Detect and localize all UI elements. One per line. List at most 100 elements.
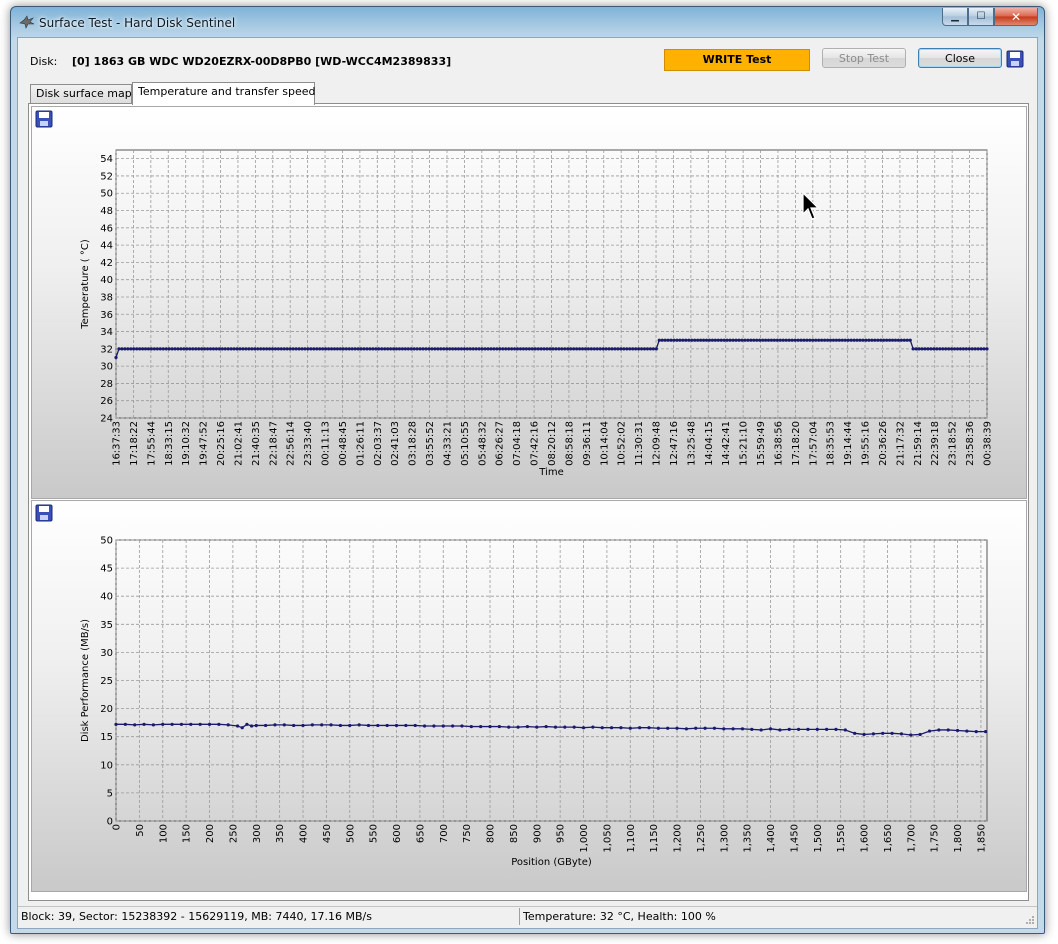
data-point <box>273 723 277 727</box>
tab-disk-surface-map[interactable]: Disk surface map <box>30 84 132 104</box>
data-point <box>787 727 791 731</box>
data-point <box>347 347 351 351</box>
x-tick-label: 400 <box>299 824 310 843</box>
data-point <box>696 338 700 342</box>
data-point <box>525 724 530 729</box>
data-point <box>436 347 440 351</box>
x-tick-label: 900 <box>532 824 543 843</box>
data-point <box>507 347 511 351</box>
window-close-button[interactable]: ✕ <box>994 8 1038 26</box>
data-point <box>259 347 263 351</box>
data-point <box>873 338 877 342</box>
data-point <box>368 347 372 351</box>
app-window: Surface Test - Hard Disk Sentinel ▁ ☐ ✕ … <box>10 6 1045 934</box>
minimize-button[interactable]: ▁ <box>942 8 968 26</box>
temperature-chart-area: 24 26 28 30 32 34 36 38 40 42 44 46 48 50 52 54 16:37:33… <box>31 106 1027 499</box>
x-tick-label: 1,700 <box>906 824 917 853</box>
data-point <box>188 347 192 351</box>
x-tick-label: 06:26:27 <box>495 421 506 466</box>
disk-label: Disk: <box>30 55 58 68</box>
data-point <box>380 347 384 351</box>
data-point <box>497 724 501 729</box>
data-point <box>566 347 570 351</box>
close-button[interactable]: Close <box>918 48 1002 68</box>
data-point <box>716 338 720 342</box>
data-point <box>483 347 487 351</box>
x-tick-label: 11:30:31 <box>634 421 645 466</box>
data-point <box>675 726 679 730</box>
x-tick-label: 12:09:48 <box>652 421 663 466</box>
data-point <box>135 347 139 351</box>
data-point <box>927 729 932 733</box>
data-point <box>140 347 145 351</box>
data-point <box>376 723 380 728</box>
data-point <box>628 726 632 730</box>
resize-grip-icon[interactable] <box>1025 915 1035 925</box>
data-point <box>651 347 655 351</box>
data-point <box>952 347 957 351</box>
data-point <box>595 347 599 351</box>
data-point <box>811 338 815 342</box>
data-point <box>240 726 244 730</box>
data-point <box>170 722 174 726</box>
data-point <box>409 347 413 351</box>
data-point <box>229 347 233 351</box>
save-icon[interactable] <box>1006 50 1024 68</box>
data-point <box>427 347 431 351</box>
x-tick-label: 17:55:44 <box>146 421 157 466</box>
stop-test-button[interactable]: Stop Test <box>822 48 906 68</box>
data-point <box>297 347 301 351</box>
data-point <box>870 338 874 342</box>
data-point <box>793 338 797 342</box>
data-point <box>610 347 614 351</box>
status-separator <box>519 908 520 925</box>
data-point <box>253 347 257 351</box>
title-bar[interactable]: Surface Test - Hard Disk Sentinel ▁ ☐ ✕ <box>11 7 1044 37</box>
y-tick-label: 40 <box>100 592 113 603</box>
data-point <box>292 723 296 728</box>
x-tick-label: 21:17:32 <box>895 421 906 466</box>
data-point <box>690 338 694 342</box>
data-point <box>607 347 611 351</box>
data-point <box>235 347 239 351</box>
data-point <box>344 347 348 351</box>
y-tick-label: 25 <box>100 676 113 687</box>
x-tick-label: 700 <box>439 824 450 843</box>
data-point <box>176 347 180 351</box>
data-point <box>329 347 334 351</box>
data-point <box>442 347 446 351</box>
data-point <box>542 347 546 351</box>
x-tick-label: 1,500 <box>813 824 824 853</box>
data-point <box>468 347 472 351</box>
data-point <box>479 724 483 729</box>
data-point <box>669 338 673 342</box>
data-point <box>536 347 540 351</box>
data-point <box>179 347 183 351</box>
data-point <box>441 724 445 728</box>
x-tick-label: 250 <box>228 824 239 843</box>
x-tick-label: 07:04:18 <box>512 421 523 466</box>
window-title: Surface Test - Hard Disk Sentinel <box>39 16 236 30</box>
tab-temperature-transfer[interactable]: Temperature and transfer speed <box>132 82 316 105</box>
data-point <box>642 347 647 351</box>
x-tick-label: 16:38:56 <box>773 421 784 466</box>
data-point <box>625 347 629 351</box>
x-tick-label: 20:36:26 <box>878 421 889 466</box>
status-block-info: Block: 39, Sector: 15238392 - 15629119, … <box>21 910 372 923</box>
y-tick-label: 46 <box>100 223 113 234</box>
data-point <box>362 347 366 351</box>
data-point <box>775 338 779 342</box>
data-point <box>158 347 162 351</box>
data-point <box>944 347 948 351</box>
data-point <box>247 347 251 351</box>
maximize-button[interactable]: ☐ <box>968 8 994 26</box>
y-tick-label: 36 <box>100 310 113 321</box>
data-point <box>926 347 930 351</box>
x-tick-label: 04:33:21 <box>442 421 453 466</box>
data-point <box>946 728 950 732</box>
data-point <box>660 338 664 342</box>
data-point <box>949 347 954 351</box>
data-point <box>710 338 715 342</box>
x-tick-label: 1,450 <box>789 824 800 853</box>
data-point <box>796 338 800 342</box>
